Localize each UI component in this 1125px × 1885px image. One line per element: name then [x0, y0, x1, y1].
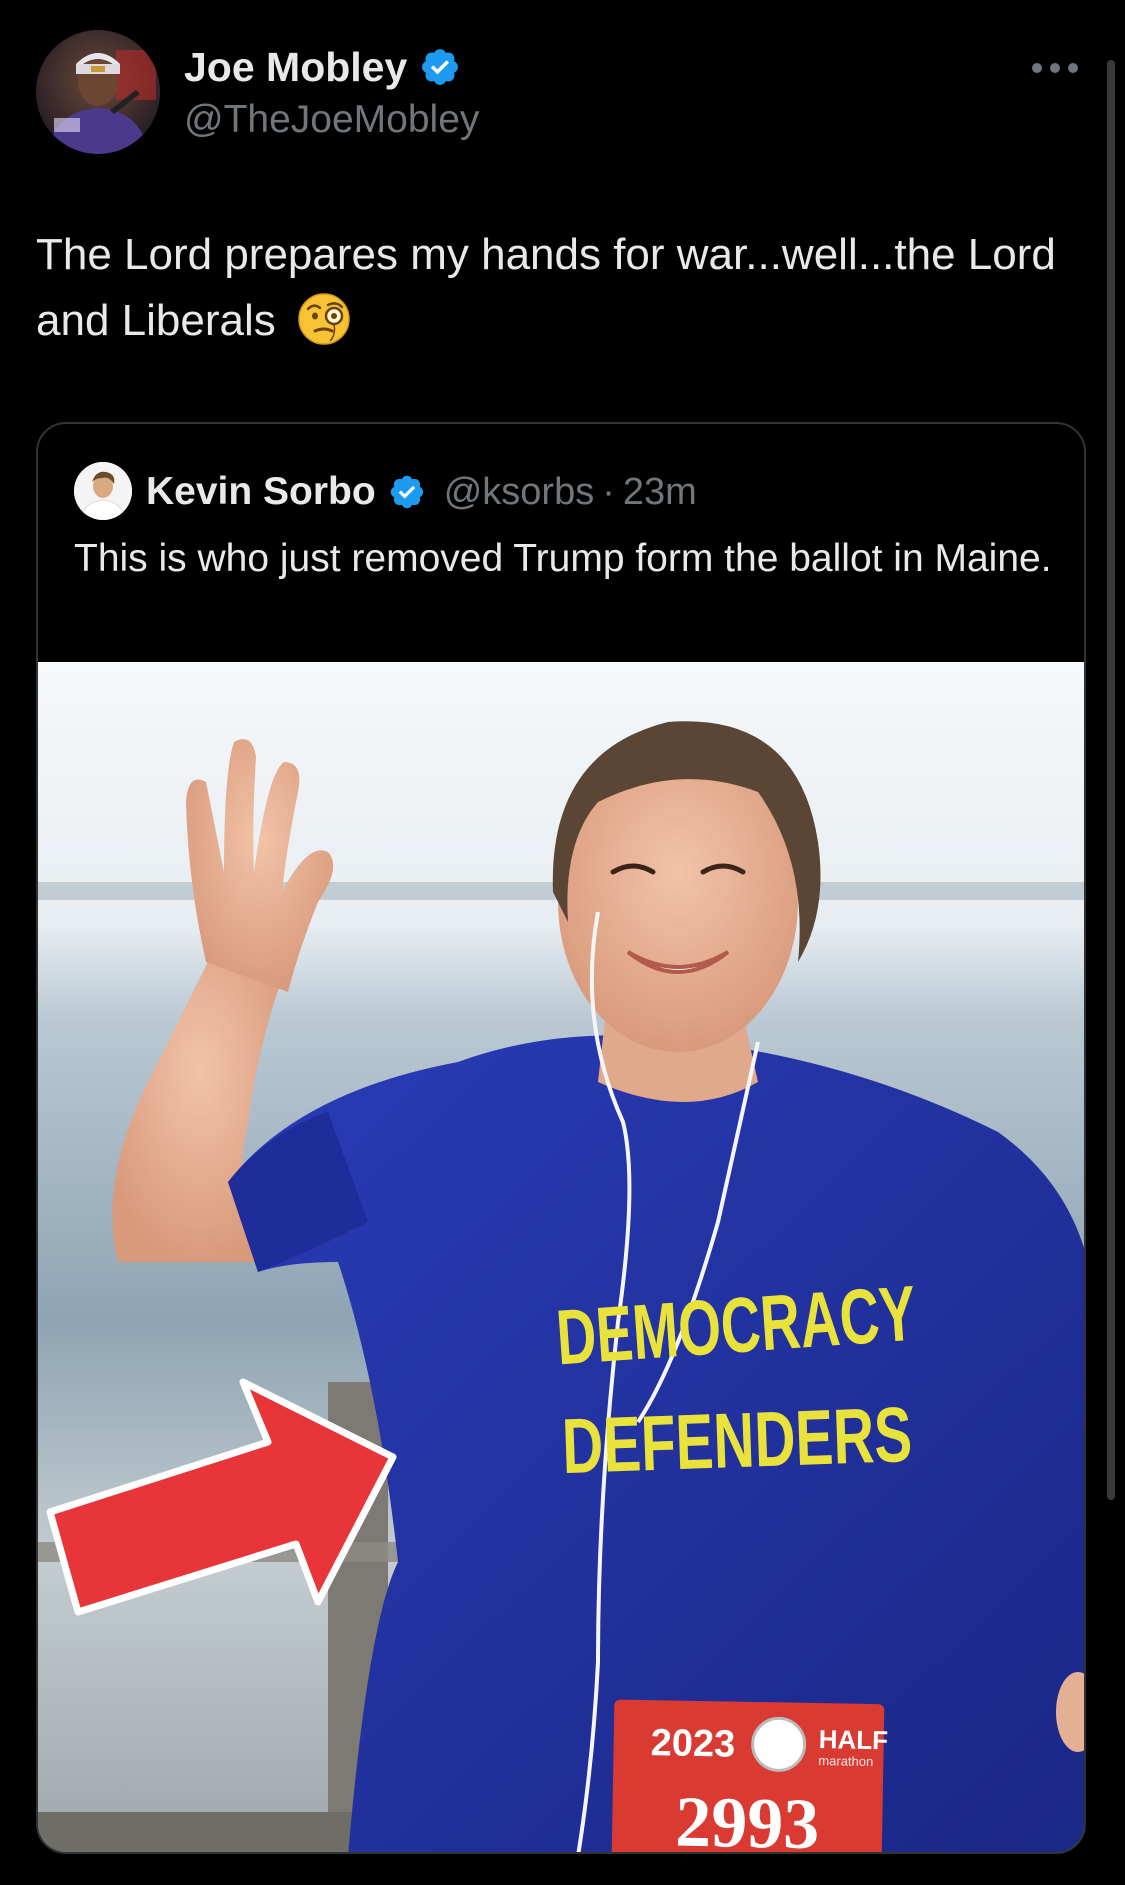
shirt-text-line2: DEFENDERS	[561, 1390, 914, 1490]
race-bib: 2023 HALF marathon 2993	[611, 1699, 888, 1854]
author-avatar[interactable]	[36, 30, 160, 154]
bib-event-sub: marathon	[818, 1753, 873, 1769]
quoted-media-image[interactable]: DEMOCRACY DEFENDERS 2023 HALF marathon 2…	[38, 662, 1084, 1854]
author-name-row: Joe Mobley	[184, 40, 479, 94]
author-info: Joe Mobley @TheJoeMobley	[184, 40, 479, 142]
bib-year: 2023	[650, 1722, 735, 1765]
person-avatar-icon	[36, 30, 160, 154]
runner-photo: DEMOCRACY DEFENDERS 2023 HALF marathon 2…	[38, 662, 1084, 1854]
author-display-name[interactable]: Joe Mobley	[184, 44, 407, 91]
more-options-icon[interactable]	[1025, 48, 1085, 88]
bib-number: 2993	[675, 1782, 820, 1854]
tweet-body: The Lord prepares my hands for war...wel…	[36, 222, 1076, 354]
author-handle[interactable]: @TheJoeMobley	[184, 98, 479, 142]
quoted-header: Kevin Sorbo @ksorbs · 23m	[146, 466, 697, 518]
tweet-text: The Lord prepares my hands for war...wel…	[36, 230, 1056, 345]
verified-badge-icon	[422, 49, 459, 85]
tweet: Joe Mobley @TheJoeMobley The Lord prepar…	[0, 0, 1125, 1885]
verified-badge-icon	[390, 475, 423, 509]
face-with-monocle-emoji-icon	[298, 293, 350, 346]
scrollbar[interactable]	[1107, 60, 1115, 1500]
quoted-timestamp[interactable]: 23m	[623, 471, 697, 514]
separator-dot: ·	[602, 470, 615, 513]
quoted-tweet[interactable]: Kevin Sorbo @ksorbs · 23m This is who ju…	[36, 422, 1086, 1854]
bib-event: HALF	[818, 1724, 888, 1755]
person-avatar-icon	[74, 462, 132, 520]
quoted-handle[interactable]: @ksorbs	[444, 471, 595, 514]
quoted-author-avatar[interactable]	[74, 462, 132, 520]
race-logo-icon	[751, 1716, 807, 1772]
quoted-display-name[interactable]: Kevin Sorbo	[146, 470, 376, 514]
quoted-text: This is who just removed Trump form the …	[74, 537, 1052, 580]
